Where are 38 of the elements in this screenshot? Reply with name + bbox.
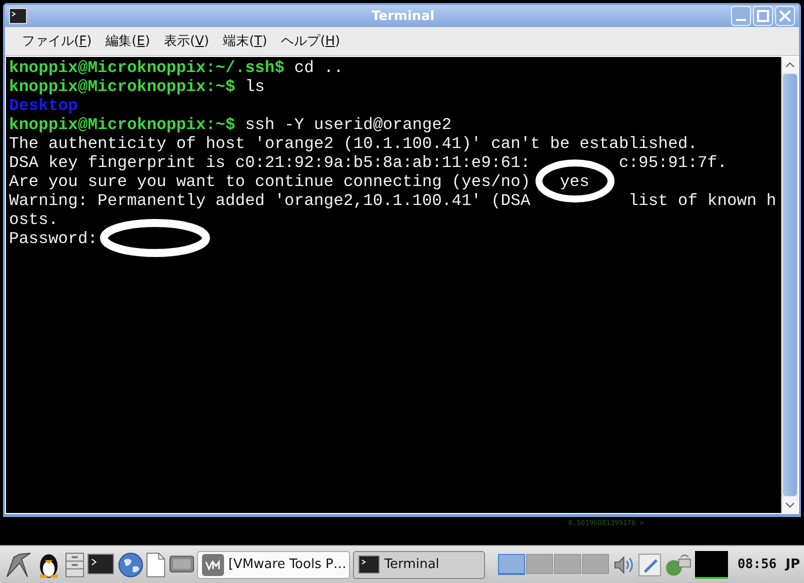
minimize-button[interactable] xyxy=(731,6,751,26)
window-title: Terminal xyxy=(370,8,436,24)
taskbar-button[interactable]: Terminal xyxy=(353,550,485,578)
scroll-down-button[interactable] xyxy=(782,497,798,513)
workspace-button[interactable] xyxy=(498,554,525,575)
terminal-line: Are you sure you want to continue connecting (yes/no) yes xyxy=(9,172,590,191)
scroll-thumb[interactable] xyxy=(783,74,797,496)
vm-icon xyxy=(202,554,224,576)
cpu-monitor xyxy=(695,550,728,578)
document-icon[interactable] xyxy=(146,552,166,578)
terminal-icon[interactable] xyxy=(87,552,115,576)
terminal-line: Password: xyxy=(9,229,98,248)
terminal-line: Warning: Permanently added 'orange2,10.1.100.41' (DSA list of known h xyxy=(9,191,776,210)
terminal-icon xyxy=(358,554,380,574)
terminal-line: Desktop xyxy=(9,96,78,115)
menu-item[interactable]: 端末(T) xyxy=(216,29,274,53)
terminal-line: The authenticity of host 'orange2 (10.1.100.41)' can't be established. xyxy=(9,134,698,153)
terminal-icon xyxy=(9,8,27,24)
pen-icon[interactable] xyxy=(638,552,662,576)
menu-item[interactable]: 編集(E) xyxy=(98,29,158,53)
terminal-line: knoppix@Microknoppix:~/.ssh$ cd .. xyxy=(9,58,344,77)
close-button[interactable] xyxy=(775,6,795,26)
network-icon[interactable] xyxy=(664,552,692,576)
globe-icon[interactable] xyxy=(118,552,144,578)
terminal-line: knoppix@Microknoppix:~$ ls xyxy=(9,77,265,96)
language-indicator[interactable]: JP xyxy=(786,557,800,572)
terminal-line: knoppix@Microknoppix:~$ ssh -Y userid@orange2 xyxy=(9,115,452,134)
taskbar-button[interactable]: [VMware Tools P… xyxy=(197,550,350,578)
menu-item[interactable]: ファイル(F) xyxy=(15,29,99,53)
terminal-line: DSA key fingerprint is c0:21:92:9a:b5:8a:ab:11:e9:61: c:95:91:7f. xyxy=(9,153,728,172)
terminal-line: osts. xyxy=(9,210,58,229)
maximize-button[interactable] xyxy=(753,6,773,26)
menu-item[interactable]: 表示(V) xyxy=(157,29,216,53)
scrollbar[interactable] xyxy=(781,57,798,513)
monitor-icon[interactable] xyxy=(168,554,194,576)
menu-item[interactable]: ヘルプ(H) xyxy=(274,29,348,53)
clock[interactable]: 08:56 xyxy=(737,557,777,572)
scroll-up-button[interactable] xyxy=(782,57,798,73)
